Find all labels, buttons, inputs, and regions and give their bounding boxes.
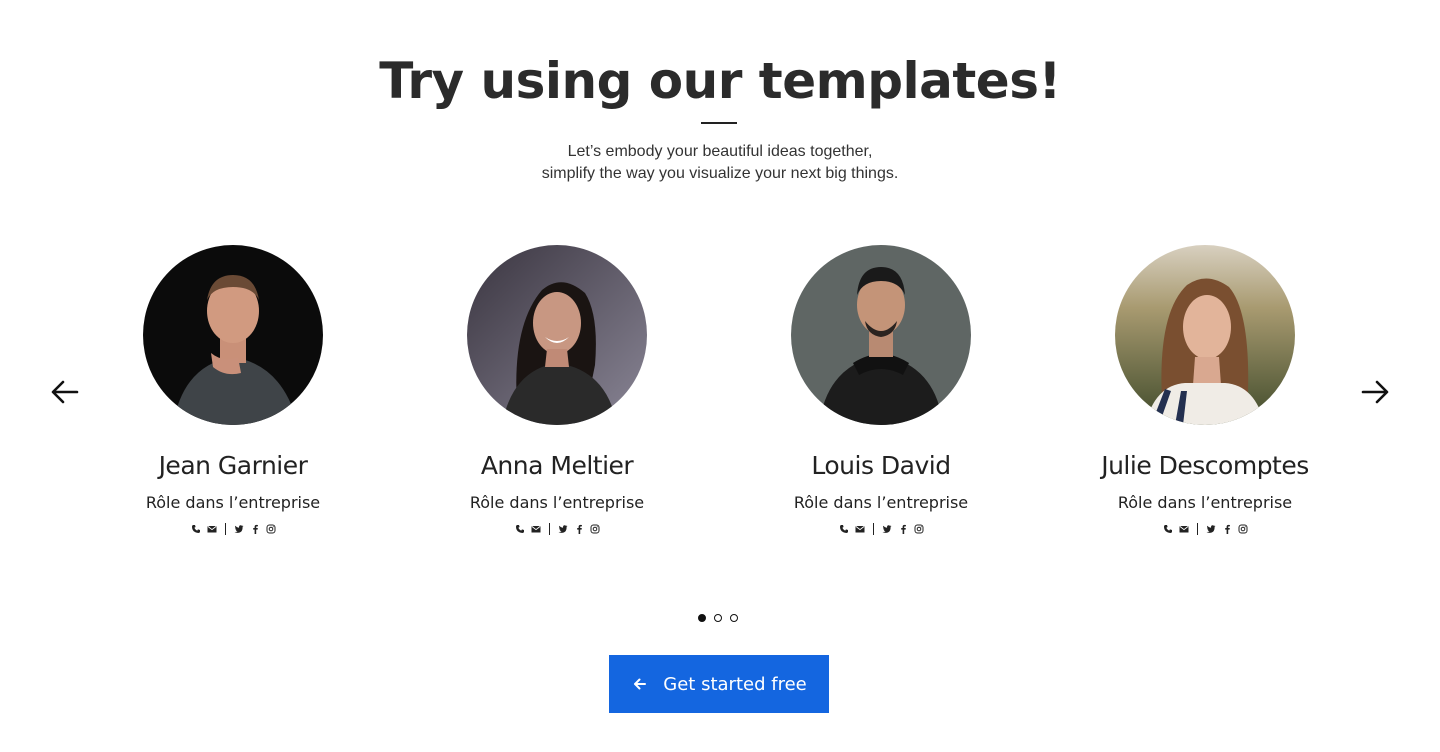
member-name: Julie Descomptes [1101, 451, 1309, 480]
subtitle: Let’s embody your beautiful ideas togeth… [0, 141, 1440, 185]
instagram-icon[interactable] [590, 524, 600, 534]
twitter-icon[interactable] [1206, 524, 1216, 534]
social-links [407, 522, 707, 536]
divider [548, 523, 550, 535]
avatar [143, 245, 323, 425]
social-links [83, 522, 383, 536]
member-role: Rôle dans l’entreprise [1117, 493, 1293, 512]
team-card: Jean Garnier Rôle dans l’entreprise [83, 245, 383, 536]
carousel-dot-3[interactable] [730, 614, 738, 622]
phone-icon[interactable] [515, 524, 525, 534]
member-name: Louis David [811, 451, 951, 480]
arrow-left-icon [634, 678, 647, 690]
carousel-pagination [698, 614, 738, 622]
next-arrow-button[interactable] [1359, 376, 1391, 408]
member-role: Rôle dans l’entreprise [793, 493, 969, 512]
twitter-icon[interactable] [234, 524, 244, 534]
social-links [731, 522, 1031, 536]
member-role: Rôle dans l’entreprise [469, 493, 645, 512]
team-card: Anna Meltier Rôle dans l’entreprise [407, 245, 707, 536]
phone-icon[interactable] [1163, 524, 1173, 534]
phone-icon[interactable] [191, 524, 201, 534]
instagram-icon[interactable] [266, 524, 276, 534]
divider [872, 523, 874, 535]
social-links [1055, 522, 1355, 536]
facebook-icon[interactable] [574, 524, 584, 534]
facebook-icon[interactable] [898, 524, 908, 534]
mail-icon[interactable] [207, 524, 217, 534]
arrow-right-icon [1361, 380, 1389, 404]
member-role: Rôle dans l’entreprise [145, 493, 321, 512]
mail-icon[interactable] [531, 524, 541, 534]
facebook-icon[interactable] [250, 524, 260, 534]
avatar [791, 245, 971, 425]
avatar [1115, 245, 1295, 425]
subtitle-line-1: Let’s embody your beautiful ideas togeth… [567, 143, 873, 160]
carousel-dot-2[interactable] [714, 614, 722, 622]
get-started-button[interactable]: Get started free [609, 655, 829, 713]
member-name: Anna Meltier [480, 451, 634, 480]
mail-icon[interactable] [855, 524, 865, 534]
team-card: Louis David Rôle dans l’entreprise [731, 245, 1031, 536]
get-started-label: Get started free [663, 673, 807, 695]
subtitle-line-2: simplify the way you visualize your next… [541, 165, 899, 182]
mail-icon[interactable] [1179, 524, 1189, 534]
member-name: Jean Garnier [158, 451, 308, 480]
title-underline [701, 122, 737, 124]
phone-icon[interactable] [839, 524, 849, 534]
carousel-dot-1[interactable] [698, 614, 706, 622]
previous-arrow-button[interactable] [49, 376, 81, 408]
divider [1196, 523, 1198, 535]
divider [224, 523, 226, 535]
arrow-left-icon [51, 380, 79, 404]
page-title: Try using our templates! [379, 52, 1061, 110]
instagram-icon[interactable] [914, 524, 924, 534]
facebook-icon[interactable] [1222, 524, 1232, 534]
instagram-icon[interactable] [1238, 524, 1248, 534]
team-card: Julie Descomptes Rôle dans l’entreprise [1055, 245, 1355, 536]
avatar [467, 245, 647, 425]
twitter-icon[interactable] [558, 524, 568, 534]
twitter-icon[interactable] [882, 524, 892, 534]
